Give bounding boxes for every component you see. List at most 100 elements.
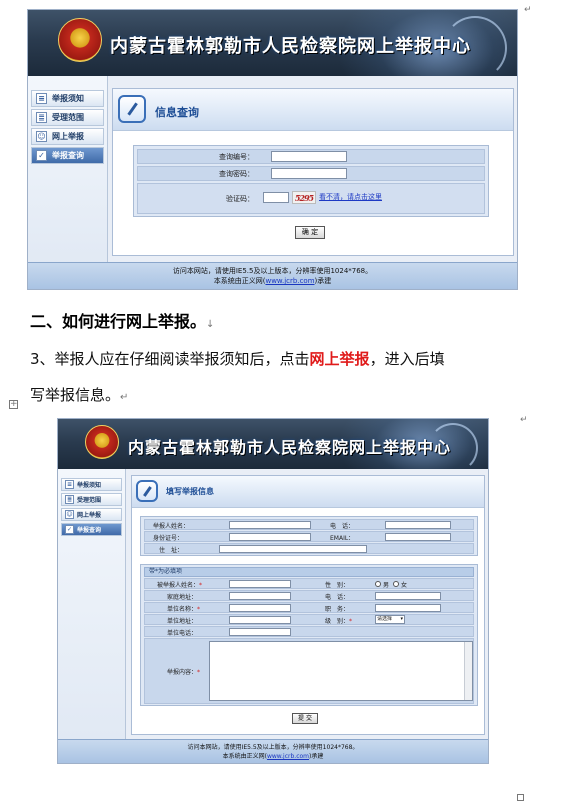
footer-credit-post: )承建 — [309, 753, 324, 760]
reporter-id-input[interactable] — [229, 533, 311, 541]
nav-item-query[interactable]: ✓ 举报查询 — [31, 147, 104, 164]
paragraph-line-2-text: 写举报信息。 — [30, 386, 121, 404]
reporter-address-input[interactable] — [219, 545, 367, 553]
footer-line-1: 访问本网站，请使用IE5.5及以上版本，分辨率使用1024*768。 — [172, 267, 373, 275]
level-label: 级 别：* — [325, 618, 353, 625]
nav-item-label: 受理范围 — [52, 113, 84, 122]
reported-person-form: 带*为必填项 被举报人姓名：* 性 别： 男 女 家庭地址： 电 话： 单位名称… — [140, 564, 478, 706]
nav-item-report[interactable]: ☺ 网上举报 — [31, 128, 104, 145]
reported-phone-input[interactable] — [375, 592, 441, 600]
checklist-icon: ✓ — [36, 150, 47, 161]
reported-phone-label: 电 话： — [325, 594, 350, 601]
nav-item-label: 举报查询 — [52, 151, 84, 160]
job-input[interactable] — [375, 604, 441, 612]
form-row-home-address: 家庭地址： 电 话： — [144, 590, 474, 601]
reporter-info-form: 举报人姓名： 电 话： 身份证号： EMAIL： 住 址： — [140, 516, 478, 556]
unit-phone-input[interactable] — [229, 628, 291, 636]
gender-male-radio[interactable] — [375, 581, 381, 587]
fieldset-header: 带*为必填项 — [144, 567, 474, 577]
site-footer: 访问本网站，请使用IE5.5及以上版本，分辨率使用1024*768。 本系统由正… — [28, 262, 517, 289]
footer-credit-post: )承建 — [314, 277, 332, 285]
site-banner: 内蒙古霍林郭勒市人民检察院网上举报中心 — [58, 419, 488, 469]
captcha-refresh-link[interactable]: 看不清，请点击这里 — [319, 192, 382, 202]
unit-name-label: 单位名称：* — [167, 606, 201, 613]
captcha-input[interactable] — [263, 192, 289, 203]
nav-item-label: 举报须知 — [52, 94, 84, 103]
nav-item-scope[interactable]: ≣ 受理范围 — [31, 109, 104, 126]
reporter-name-label: 举报人姓名： — [153, 523, 190, 530]
paragraph-line-1: 3、举报人应在仔细阅读举报须知后，点击网上举报，进入后填 — [30, 348, 445, 369]
content-panel: 信息查询 查询编号： 查询密码： 验证码： 5295 看不清，请点击这里 确 定 — [112, 88, 514, 256]
gender-female-radio[interactable] — [393, 581, 399, 587]
form-row-report-content: 举报内容：* — [144, 638, 474, 704]
form-row-unit-name: 单位名称：* 职 务： — [144, 602, 474, 613]
checklist-icon: ✓ — [65, 525, 74, 534]
footer-credit-pre: 本系统由正义网( — [222, 753, 267, 760]
return-mark: ↵ — [520, 415, 528, 425]
banner-title: 内蒙古霍林郭勒市人民检察院网上举报中心 — [110, 36, 471, 57]
paragraph-highlight: 网上举报 — [309, 350, 370, 368]
reporter-phone-input[interactable] — [385, 521, 451, 529]
pen-logo-icon — [118, 95, 146, 123]
site-banner: 内蒙古霍林郭勒市人民检察院网上举报中心 — [28, 10, 517, 76]
captcha-image[interactable]: 5295 — [292, 191, 316, 204]
submit-button[interactable]: 提 交 — [292, 713, 318, 724]
query-no-input[interactable] — [271, 151, 347, 162]
resize-handle-icon — [517, 794, 524, 801]
footer-url-link[interactable]: www.jcrb.com — [267, 753, 309, 760]
unit-phone-label: 单位电话： — [167, 630, 198, 637]
list-icon: ≣ — [65, 495, 74, 504]
query-pwd-label: 查询密码： — [219, 170, 254, 178]
job-label: 职 务： — [325, 606, 350, 613]
form-row-reporter-name: 举报人姓名： 电 话： — [144, 519, 474, 530]
person-card-icon: ☺ — [65, 510, 74, 519]
confirm-button[interactable]: 确 定 — [295, 226, 325, 239]
nav-item-notice[interactable]: ≡ 举报须知 — [61, 478, 122, 491]
level-select[interactable]: 请选择 ▾ — [375, 615, 405, 624]
reporter-name-input[interactable] — [229, 521, 311, 529]
footer-line-2: 本系统由正义网(www.jcrb.com)承建 — [28, 276, 517, 286]
reported-name-input[interactable] — [229, 580, 291, 588]
footer-url-link[interactable]: www.jcrb.com — [265, 277, 314, 285]
nav-item-label: 网上举报 — [52, 132, 84, 141]
nav-item-query[interactable]: ✓ 举报查询 — [61, 523, 122, 536]
report-content-label: 举报内容：* — [167, 669, 201, 676]
panel-header: 信息查询 — [113, 89, 513, 131]
site-footer: 访问本网站，请使用IE5.5及以上版本，分辨率使用1024*768。 本系统由正… — [58, 739, 488, 763]
form-row-reporter-id: 身份证号： EMAIL： — [144, 531, 474, 542]
gender-female-label: 女 — [401, 582, 408, 589]
left-nav: ≡ 举报须知 ≣ 受理范围 ☺ 网上举报 ✓ 举报查询 — [58, 469, 126, 739]
footer-credit-pre: 本系统由正义网( — [213, 277, 266, 285]
screenshot-query-page: 内蒙古霍林郭勒市人民检察院网上举报中心 ≡ 举报须知 ≣ 受理范围 ☺ 网上举报… — [27, 9, 518, 290]
unit-address-label: 单位地址： — [167, 618, 198, 625]
query-pwd-input[interactable] — [271, 168, 347, 179]
nav-item-notice[interactable]: ≡ 举报须知 — [31, 90, 104, 107]
home-address-label: 家庭地址： — [167, 594, 198, 601]
footer-line-2: 本系统由正义网(www.jcrb.com)承建 — [58, 752, 488, 761]
unit-name-input[interactable] — [229, 604, 291, 612]
form-row-unit-phone: 单位电话： — [144, 626, 474, 637]
home-address-input[interactable] — [229, 592, 291, 600]
nav-item-label: 网上举报 — [77, 512, 102, 519]
paragraph-line-2: 写举报信息。↵ — [30, 384, 128, 405]
nav-item-label: 举报须知 — [77, 482, 102, 489]
paragraph-tail: ，进入后填 — [369, 350, 445, 368]
screenshot-report-page: 内蒙古霍林郭勒市人民检察院网上举报中心 ≡ 举报须知 ≣ 受理范围 ☺ 网上举报… — [57, 418, 489, 764]
form-row-reporter-address: 住 址： — [144, 543, 474, 554]
pen-logo-icon — [136, 480, 158, 502]
national-emblem-icon — [58, 18, 102, 62]
gender-label: 性 别： — [325, 582, 350, 589]
panel-header: 填写举报信息 — [132, 476, 484, 508]
reporter-phone-label: 电 话： — [330, 523, 355, 530]
nav-item-report[interactable]: ☺ 网上举报 — [61, 508, 122, 521]
return-mark: ↵ — [524, 5, 532, 15]
section-heading: 二、如何进行网上举报。↓ — [30, 308, 214, 332]
nav-item-scope[interactable]: ≣ 受理范围 — [61, 493, 122, 506]
textarea-scrollbar[interactable] — [464, 642, 472, 700]
national-emblem-icon — [85, 425, 119, 459]
unit-address-input[interactable] — [229, 616, 291, 624]
paragraph-lead: 3、举报人应在仔细阅读举报须知后，点击 — [30, 350, 310, 368]
reporter-id-label: 身份证号： — [153, 535, 184, 542]
reporter-email-input[interactable] — [385, 533, 451, 541]
report-content-textarea[interactable] — [209, 641, 473, 701]
